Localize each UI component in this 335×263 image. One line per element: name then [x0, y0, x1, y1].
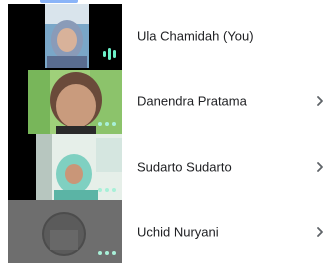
participant-video-tile[interactable] — [8, 134, 122, 200]
participant-name: Uchid Nuryani — [137, 224, 219, 239]
chevron-right-icon[interactable] — [313, 94, 327, 108]
participant-video-tile[interactable] — [8, 4, 122, 68]
participant-avatar-tile[interactable] — [8, 200, 122, 263]
participant-row[interactable]: Danendra Pratama — [0, 68, 335, 134]
participant-video-tile[interactable] — [8, 68, 122, 134]
more-options-icon[interactable] — [98, 122, 116, 126]
chevron-right-icon[interactable] — [313, 225, 327, 239]
participant-name: Sudarto Sudarto — [137, 159, 232, 175]
participant-row[interactable]: Sudarto Sudarto — [0, 134, 335, 200]
more-options-icon[interactable] — [98, 188, 116, 192]
avatar — [42, 212, 86, 256]
participant-row[interactable]: Ula Chamidah (You) — [0, 4, 335, 68]
more-options-icon[interactable] — [98, 251, 116, 255]
chevron-right-icon[interactable] — [313, 160, 327, 174]
participant-row[interactable]: Uchid Nuryani — [0, 200, 335, 263]
audio-level-icon — [103, 48, 116, 60]
participant-name: Danendra Pratama — [137, 93, 247, 109]
selected-tab-indicator — [40, 0, 78, 3]
participant-video — [45, 4, 89, 68]
participant-name: Ula Chamidah (You) — [137, 28, 254, 44]
